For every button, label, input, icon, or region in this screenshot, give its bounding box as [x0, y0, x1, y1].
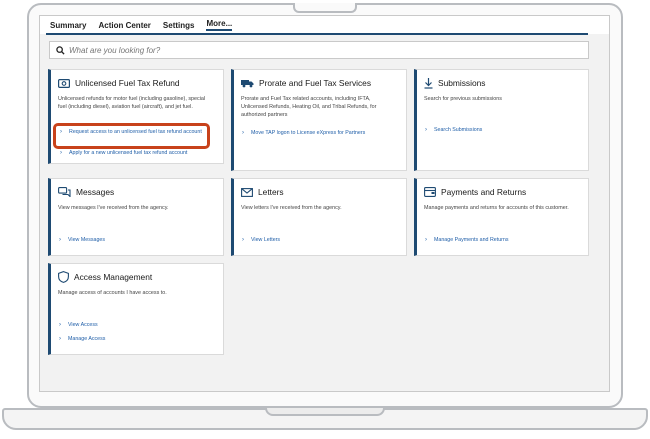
tab-more[interactable]: More...	[206, 19, 233, 31]
chevron-right-icon: ›	[59, 322, 61, 328]
chevron-right-icon: ›	[425, 237, 427, 243]
move-tap-logon-link[interactable]: › Move TAP logon to License eXpress for …	[241, 130, 411, 138]
link-label: Manage Access	[68, 336, 106, 342]
link-label: Move TAP logon to License eXpress for Pa…	[251, 130, 366, 136]
card-description: Search for previous submissions	[424, 96, 502, 102]
manage-access-link[interactable]: › Manage Access	[58, 336, 208, 344]
tab-action-center[interactable]: Action Center	[98, 21, 150, 30]
card-title: Messages	[76, 187, 115, 197]
view-access-link[interactable]: › View Access	[58, 322, 208, 330]
card-description: Prorate and Fuel Tax related accounts, i…	[241, 96, 377, 118]
chat-icon	[58, 187, 71, 197]
download-icon	[424, 77, 433, 89]
chevron-right-icon: ›	[60, 129, 62, 135]
link-label: View Messages	[68, 237, 105, 243]
chevron-right-icon: ›	[60, 150, 62, 156]
card-title: Payments and Returns	[441, 187, 527, 197]
link-label: Apply for a new unlicensed fuel tax refu…	[69, 150, 188, 156]
card-description: View messages I've received from the age…	[58, 205, 169, 211]
camera-notch	[293, 3, 357, 13]
search-bar[interactable]	[49, 41, 589, 59]
card-title: Letters	[258, 187, 284, 197]
view-letters-link[interactable]: › View Letters	[241, 237, 391, 245]
nav-underline	[46, 33, 588, 35]
search-submissions-link[interactable]: › Search Submissions	[424, 127, 574, 135]
card-description: Manage access of accounts I have access …	[58, 290, 167, 296]
wallet-icon	[424, 187, 436, 197]
card-letters: Letters View letters I've received from …	[231, 178, 407, 256]
card-submissions: Submissions Search for previous submissi…	[414, 69, 589, 171]
laptop-base-notch	[265, 408, 385, 416]
shield-icon	[58, 271, 69, 283]
chevron-right-icon: ›	[59, 237, 61, 243]
tab-settings[interactable]: Settings	[163, 21, 195, 30]
search-input[interactable]	[69, 45, 569, 55]
chevron-right-icon: ›	[59, 336, 61, 342]
view-messages-link[interactable]: › View Messages	[58, 237, 208, 245]
envelope-icon	[241, 187, 253, 197]
card-title: Unlicensed Fuel Tax Refund	[75, 78, 180, 88]
apply-new-account-link[interactable]: › Apply for a new unlicensed fuel tax re…	[59, 150, 219, 158]
manage-payments-link[interactable]: › Manage Payments and Returns	[424, 237, 574, 245]
truck-icon	[241, 79, 254, 88]
card-description: Manage payments and returns for accounts…	[424, 205, 569, 211]
top-navigation: Summary Action Center Settings More...	[40, 16, 609, 34]
request-access-link[interactable]: › Request access to an unlicensed fuel t…	[59, 129, 209, 137]
card-title: Prorate and Fuel Tax Services	[259, 78, 372, 88]
card-description: Unlicensed refunds for motor fuel (inclu…	[58, 96, 206, 110]
tab-summary[interactable]: Summary	[50, 21, 86, 30]
chevron-right-icon: ›	[242, 237, 244, 243]
app-screen: Summary Action Center Settings More... U…	[39, 15, 610, 392]
money-icon	[58, 78, 70, 88]
card-title: Submissions	[438, 78, 486, 88]
card-prorate-fuel-tax: Prorate and Fuel Tax Services Prorate an…	[231, 69, 407, 171]
card-access-management: Access Management Manage access of accou…	[48, 263, 224, 355]
chevron-right-icon: ›	[425, 127, 427, 133]
card-payments-returns: Payments and Returns Manage payments and…	[414, 178, 589, 256]
search-icon	[56, 45, 65, 55]
link-label: Search Submissions	[434, 127, 483, 133]
chevron-right-icon: ›	[242, 130, 244, 136]
link-label: View Access	[68, 322, 98, 328]
card-description: View letters I've received from the agen…	[241, 205, 342, 211]
card-title: Access Management	[74, 272, 153, 282]
link-label: Request access to an unlicensed fuel tax…	[69, 129, 202, 135]
link-label: Manage Payments and Returns	[434, 237, 509, 243]
link-label: View Letters	[251, 237, 281, 243]
card-messages: Messages View messages I've received fro…	[48, 178, 224, 256]
